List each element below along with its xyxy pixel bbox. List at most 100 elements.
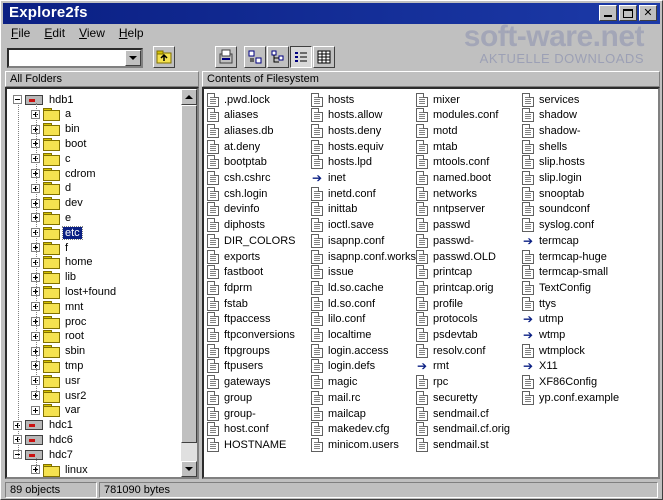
menu-view[interactable]: View <box>71 25 111 43</box>
file-item[interactable]: sendmail.cf.orig <box>416 422 510 437</box>
file-item[interactable]: syslog.conf <box>522 218 594 233</box>
tree-item-home[interactable]: home <box>31 255 95 270</box>
file-item[interactable]: group- <box>207 406 256 421</box>
file-item[interactable]: soundconf <box>522 202 590 217</box>
file-item[interactable]: host.conf <box>207 422 269 437</box>
tree-item-hdc7[interactable]: hdc7 <box>13 447 75 462</box>
file-item[interactable]: hosts <box>311 92 354 107</box>
file-item[interactable]: mtab <box>416 139 457 154</box>
tree-item-boot[interactable]: boot <box>31 136 88 151</box>
tree-item-dev[interactable]: dev <box>31 196 85 211</box>
file-item[interactable]: fdprm <box>207 280 252 295</box>
menu-edit[interactable]: Edit <box>36 25 71 43</box>
file-item[interactable]: DIR_COLORS <box>207 233 296 248</box>
file-item[interactable]: ➔ X11 <box>522 359 558 374</box>
tree-vertical-scrollbar[interactable] <box>181 89 197 477</box>
expand-icon[interactable] <box>31 405 40 415</box>
file-item[interactable]: shells <box>522 139 567 154</box>
file-item[interactable]: HOSTNAME <box>207 437 286 452</box>
file-item[interactable]: minicom.users <box>311 437 399 452</box>
minimize-button[interactable] <box>599 5 617 21</box>
tree-item-c[interactable]: c <box>31 151 73 166</box>
tree-item-root[interactable]: root <box>31 329 86 344</box>
file-item[interactable]: makedev.cfg <box>311 422 390 437</box>
file-item[interactable]: slip.hosts <box>522 155 585 170</box>
file-item[interactable]: issue <box>311 265 354 280</box>
tree-item-e[interactable]: e <box>31 210 73 225</box>
file-item[interactable]: securetty <box>416 390 478 405</box>
file-item[interactable]: hosts.lpd <box>311 155 372 170</box>
file-item[interactable]: isapnp.conf.works <box>311 249 416 264</box>
scroll-down-button[interactable] <box>181 461 197 477</box>
file-item[interactable]: psdevtab <box>416 328 478 343</box>
file-item[interactable]: slip.login <box>522 171 582 186</box>
tree-item-usr2[interactable]: usr2 <box>31 388 88 403</box>
folder-tree[interactable]: hdb1 a bin boot c cdrom d dev e etc f home lib lost+f… <box>5 87 199 479</box>
file-item[interactable]: bootptab <box>207 155 267 170</box>
file-item[interactable]: login.access <box>311 343 389 358</box>
tree-item-hdc1[interactable]: hdc1 <box>13 418 75 433</box>
file-item[interactable]: isapnp.conf <box>311 233 384 248</box>
file-item[interactable]: fstab <box>207 296 248 311</box>
file-item[interactable]: passwd <box>416 218 470 233</box>
tree-item-lib[interactable]: lib <box>31 270 78 285</box>
file-item[interactable]: ttys <box>522 296 556 311</box>
tree-item-tmp[interactable]: tmp <box>31 358 85 373</box>
tree-item-mnt[interactable]: mnt <box>31 299 85 314</box>
file-item[interactable]: yp.conf.example <box>522 390 619 405</box>
tree-item-bin[interactable]: bin <box>31 122 82 137</box>
up-folder-button[interactable] <box>153 46 175 68</box>
file-item[interactable]: motd <box>416 123 457 138</box>
tree-item-hdc6[interactable]: hdc6 <box>13 432 75 447</box>
file-item[interactable]: passwd.OLD <box>416 249 496 264</box>
file-item[interactable]: services <box>522 92 579 107</box>
file-item[interactable]: mtools.conf <box>416 155 489 170</box>
file-item[interactable]: aliases.db <box>207 123 274 138</box>
file-item[interactable]: inittab <box>311 202 357 217</box>
scroll-thumb[interactable] <box>181 105 197 443</box>
file-item[interactable]: ftpconversions <box>207 328 295 343</box>
menu-help[interactable]: Help <box>111 25 150 43</box>
path-combo-dropdown-button[interactable] <box>125 50 141 66</box>
file-item[interactable]: ld.so.cache <box>311 280 384 295</box>
file-item[interactable]: printcap.orig <box>416 280 494 295</box>
file-item[interactable]: shadow- <box>522 123 581 138</box>
path-combo[interactable] <box>7 48 143 68</box>
file-item[interactable]: networks <box>416 186 477 201</box>
tree-item-a[interactable]: a <box>31 107 73 122</box>
file-item[interactable]: mailcap <box>311 406 366 421</box>
file-item[interactable]: termcap-huge <box>522 249 607 264</box>
file-item[interactable]: fastboot <box>207 265 263 280</box>
tree-item-proc[interactable]: proc <box>31 314 88 329</box>
file-item[interactable]: .pwd.lock <box>207 92 270 107</box>
file-item[interactable]: snooptab <box>522 186 584 201</box>
file-item[interactable]: nntpserver <box>416 202 485 217</box>
file-item[interactable]: ➔ wtmp <box>522 328 565 343</box>
file-item[interactable]: termcap-small <box>522 265 608 280</box>
file-item[interactable]: resolv.conf <box>416 343 485 358</box>
file-item[interactable]: localtime <box>311 328 371 343</box>
file-item[interactable]: sendmail.cf <box>416 406 489 421</box>
properties-button[interactable] <box>215 46 237 68</box>
tree-item-d[interactable]: d <box>31 181 73 196</box>
file-item[interactable]: XF86Config <box>522 375 597 390</box>
file-item[interactable]: ftpusers <box>207 359 263 374</box>
details-view-button[interactable] <box>313 46 335 68</box>
file-item[interactable]: mixer <box>416 92 460 107</box>
file-item[interactable]: passwd- <box>416 233 474 248</box>
file-item[interactable]: mail.rc <box>311 390 360 405</box>
file-item[interactable]: TextConfig <box>522 280 591 295</box>
large-icons-button[interactable] <box>244 46 266 68</box>
close-button[interactable]: ✕ <box>639 5 657 21</box>
file-item[interactable]: diphosts <box>207 218 265 233</box>
file-item[interactable]: devinfo <box>207 202 259 217</box>
file-item[interactable]: protocols <box>416 312 478 327</box>
file-item[interactable]: hosts.deny <box>311 123 381 138</box>
file-item[interactable]: ftpgroups <box>207 343 270 358</box>
file-item[interactable]: ftpaccess <box>207 312 270 327</box>
file-item[interactable]: ➔ inet <box>311 171 346 186</box>
file-item[interactable]: rpc <box>416 375 448 390</box>
file-item[interactable]: login.defs <box>311 359 375 374</box>
file-item[interactable]: lilo.conf <box>311 312 365 327</box>
file-item[interactable]: csh.cshrc <box>207 171 270 186</box>
